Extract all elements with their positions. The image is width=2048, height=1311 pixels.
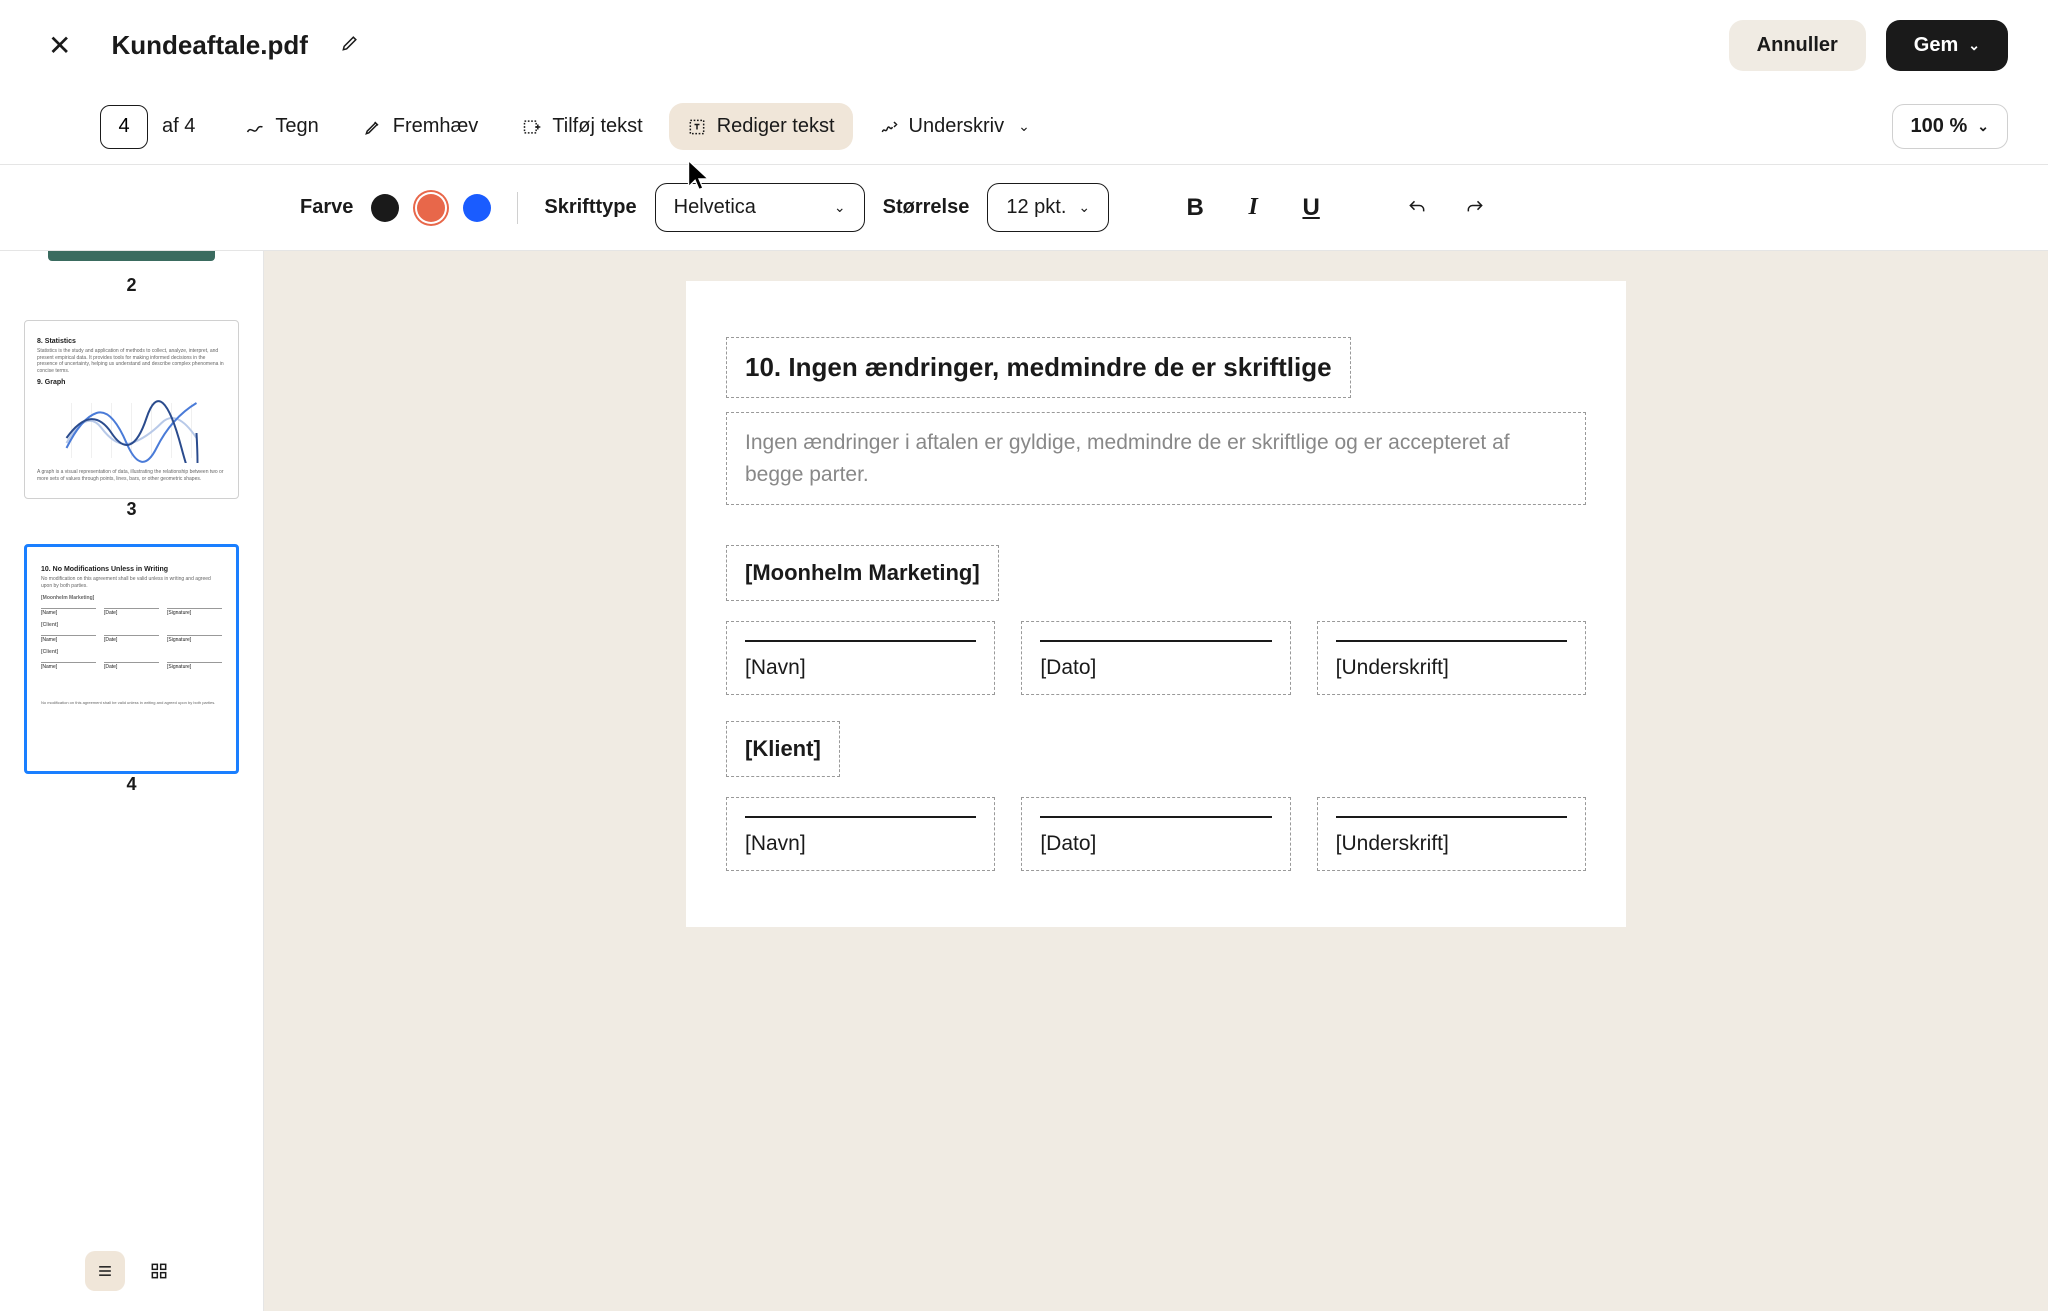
highlight-icon bbox=[363, 117, 383, 137]
size-select[interactable]: 12 pkt. ⌄ bbox=[987, 183, 1109, 232]
color-black[interactable] bbox=[371, 194, 399, 222]
thumbnail-sidebar: 2 8. Statistics Statistics is the study … bbox=[0, 251, 264, 1311]
thumb-num-3: 3 bbox=[24, 499, 239, 520]
draw-icon bbox=[245, 117, 265, 137]
document-canvas[interactable]: 10. Ingen ændringer, medmindre de er skr… bbox=[264, 251, 2048, 1311]
tool-add-text[interactable]: Tilføj tekst bbox=[504, 103, 660, 150]
redo-button[interactable] bbox=[1455, 188, 1495, 228]
view-list-button[interactable] bbox=[85, 1251, 125, 1291]
tool-highlight[interactable]: Fremhæv bbox=[345, 103, 497, 150]
chevron-down-icon: ⌄ bbox=[1977, 118, 1989, 135]
divider bbox=[517, 192, 518, 224]
page-total: af 4 bbox=[162, 115, 195, 138]
zoom-select[interactable]: 100 % ⌄ bbox=[1892, 104, 2008, 149]
editable-body[interactable]: Ingen ændringer i aftalen er gyldige, me… bbox=[726, 412, 1586, 505]
thumbnail-page-3[interactable]: 8. Statistics Statistics is the study an… bbox=[24, 320, 239, 499]
page-number-input[interactable] bbox=[100, 105, 148, 149]
sig-date-1[interactable]: [Dato] bbox=[1021, 621, 1290, 695]
chevron-down-icon: ⌄ bbox=[834, 199, 846, 216]
page-content: 10. Ingen ændringer, medmindre de er skr… bbox=[686, 281, 1626, 927]
editable-party2[interactable]: [Klient] bbox=[726, 721, 840, 777]
editable-heading[interactable]: 10. Ingen ændringer, medmindre de er skr… bbox=[726, 337, 1351, 398]
tool-sign[interactable]: Underskriv ⌄ bbox=[861, 103, 1048, 150]
thumbnail-page-4[interactable]: 10. No Modifications Unless in Writing N… bbox=[24, 544, 239, 774]
color-label: Farve bbox=[300, 196, 353, 219]
edit-text-icon bbox=[687, 117, 707, 137]
undo-button[interactable] bbox=[1397, 188, 1437, 228]
thumb-num-4: 4 bbox=[24, 774, 239, 795]
document-filename: Kundeaftale.pdf bbox=[111, 30, 307, 61]
color-blue[interactable] bbox=[463, 194, 491, 222]
sign-icon bbox=[879, 117, 899, 137]
italic-button[interactable]: I bbox=[1233, 188, 1273, 228]
cancel-button[interactable]: Annuller bbox=[1729, 20, 1866, 71]
sig-name-2[interactable]: [Navn] bbox=[726, 797, 995, 871]
bold-button[interactable]: B bbox=[1175, 188, 1215, 228]
sig-signature-1[interactable]: [Underskrift] bbox=[1317, 621, 1586, 695]
thumbnail-page-2[interactable] bbox=[24, 251, 239, 265]
rename-icon[interactable] bbox=[340, 33, 360, 58]
tool-draw[interactable]: Tegn bbox=[227, 103, 336, 150]
sig-signature-2[interactable]: [Underskrift] bbox=[1317, 797, 1586, 871]
thumb-graph bbox=[37, 393, 226, 463]
font-select[interactable]: Helvetica ⌄ bbox=[655, 183, 865, 232]
view-grid-button[interactable] bbox=[139, 1251, 179, 1291]
close-button[interactable]: ✕ bbox=[40, 25, 79, 66]
add-text-icon bbox=[522, 117, 542, 137]
sig-date-2[interactable]: [Dato] bbox=[1021, 797, 1290, 871]
save-label: Gem bbox=[1914, 34, 1958, 57]
editable-party1[interactable]: [Moonhelm Marketing] bbox=[726, 545, 999, 601]
save-button[interactable]: Gem ⌄ bbox=[1886, 20, 2008, 71]
color-orange[interactable] bbox=[417, 194, 445, 222]
tool-edit-text[interactable]: Rediger tekst bbox=[669, 103, 853, 150]
font-label: Skrifttype bbox=[544, 196, 636, 219]
chevron-down-icon: ⌄ bbox=[1078, 199, 1090, 216]
chevron-down-icon: ⌄ bbox=[1018, 118, 1030, 135]
underline-button[interactable]: U bbox=[1291, 188, 1331, 228]
thumb-num-2: 2 bbox=[24, 275, 239, 296]
sig-name-1[interactable]: [Navn] bbox=[726, 621, 995, 695]
chevron-down-icon: ⌄ bbox=[1968, 37, 1980, 54]
size-label: Størrelse bbox=[883, 196, 970, 219]
